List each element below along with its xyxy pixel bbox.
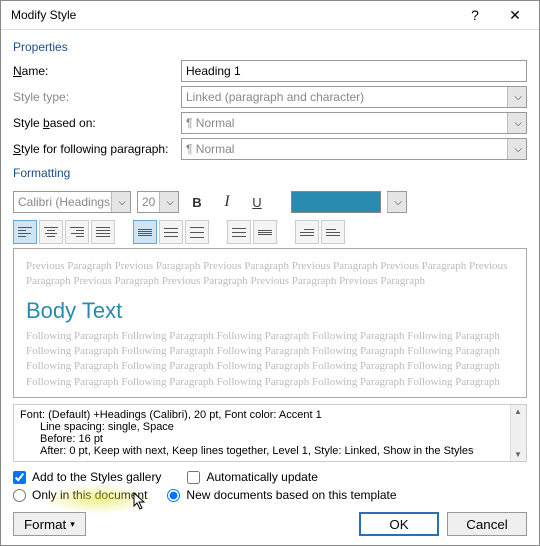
style-type-label: Style type: [13, 90, 181, 104]
add-to-gallery-checkbox[interactable] [13, 471, 26, 484]
space-before-dec-button[interactable] [253, 220, 277, 244]
style-type-combo [181, 86, 527, 108]
chevron-down-icon[interactable]: ⌵ [394, 197, 402, 208]
chevron-down-icon[interactable]: ⌵ [166, 197, 174, 208]
preview-pane: Previous Paragraph Previous Paragraph Pr… [13, 248, 527, 398]
based-on-combo[interactable] [181, 112, 527, 134]
align-justify-button[interactable] [91, 220, 115, 244]
window-title: Modify Style [11, 8, 455, 22]
titlebar: Modify Style ? ✕ [1, 1, 539, 30]
align-center-button[interactable] [39, 220, 63, 244]
auto-update-label: Automatically update [206, 470, 317, 484]
preview-previous-text: Previous Paragraph Previous Paragraph Pr… [26, 259, 514, 290]
underline-button[interactable]: U [245, 190, 269, 214]
indent-decrease-button[interactable] [295, 220, 319, 244]
auto-update-checkbox[interactable] [187, 471, 200, 484]
style-description: Font: (Default) +Headings (Calibri), 20 … [13, 404, 527, 462]
new-documents-radio[interactable] [167, 489, 180, 502]
ok-button[interactable]: OK [359, 512, 439, 536]
chevron-down-icon: ⌵ [514, 92, 522, 103]
help-button[interactable]: ? [455, 1, 495, 29]
properties-heading: Properties [13, 40, 527, 54]
preview-body-text: Body Text [26, 296, 514, 327]
following-label: Style for following paragraph: [13, 142, 181, 156]
desc-line-3: Before: 16 pt [20, 433, 520, 445]
bold-button[interactable]: B [185, 190, 209, 214]
align-left-button[interactable] [13, 220, 37, 244]
desc-line-2: Line spacing: single, Space [20, 421, 520, 433]
only-this-document-label: Only in this document [32, 488, 147, 502]
italic-button[interactable]: I [215, 190, 239, 214]
desc-line-4: After: 0 pt, Keep with next, Keep lines … [20, 445, 520, 457]
preview-following-text: Following Paragraph Following Paragraph … [26, 329, 514, 391]
add-to-gallery-label: Add to the Styles gallery [32, 470, 161, 484]
close-button[interactable]: ✕ [495, 1, 535, 29]
only-this-document-radio[interactable] [13, 489, 26, 502]
formatting-heading: Formatting [13, 166, 527, 180]
font-family-combo[interactable] [13, 191, 131, 213]
description-scrollbar[interactable] [510, 405, 526, 461]
chevron-down-icon[interactable]: ⌵ [514, 118, 522, 129]
align-right-button[interactable] [65, 220, 89, 244]
modify-style-dialog: Modify Style ? ✕ Properties Name: Style … [0, 0, 540, 546]
based-on-label: Style based on: [13, 116, 181, 130]
name-label: Name: [13, 64, 181, 78]
name-input[interactable] [181, 60, 527, 82]
spacing-medium-button[interactable] [159, 220, 183, 244]
chevron-down-icon[interactable]: ⌵ [514, 144, 522, 155]
spacing-single-button[interactable] [133, 220, 157, 244]
following-combo[interactable] [181, 138, 527, 160]
indent-increase-button[interactable] [321, 220, 345, 244]
cancel-button[interactable]: Cancel [447, 512, 527, 536]
spacing-double-button[interactable] [185, 220, 209, 244]
chevron-down-icon[interactable]: ⌵ [118, 197, 126, 208]
format-button[interactable]: Format▾ [13, 512, 86, 536]
space-before-inc-button[interactable] [227, 220, 251, 244]
desc-line-1: Font: (Default) +Headings (Calibri), 20 … [20, 409, 520, 421]
font-color-swatch[interactable] [291, 191, 381, 213]
new-documents-label: New documents based on this template [186, 488, 396, 502]
